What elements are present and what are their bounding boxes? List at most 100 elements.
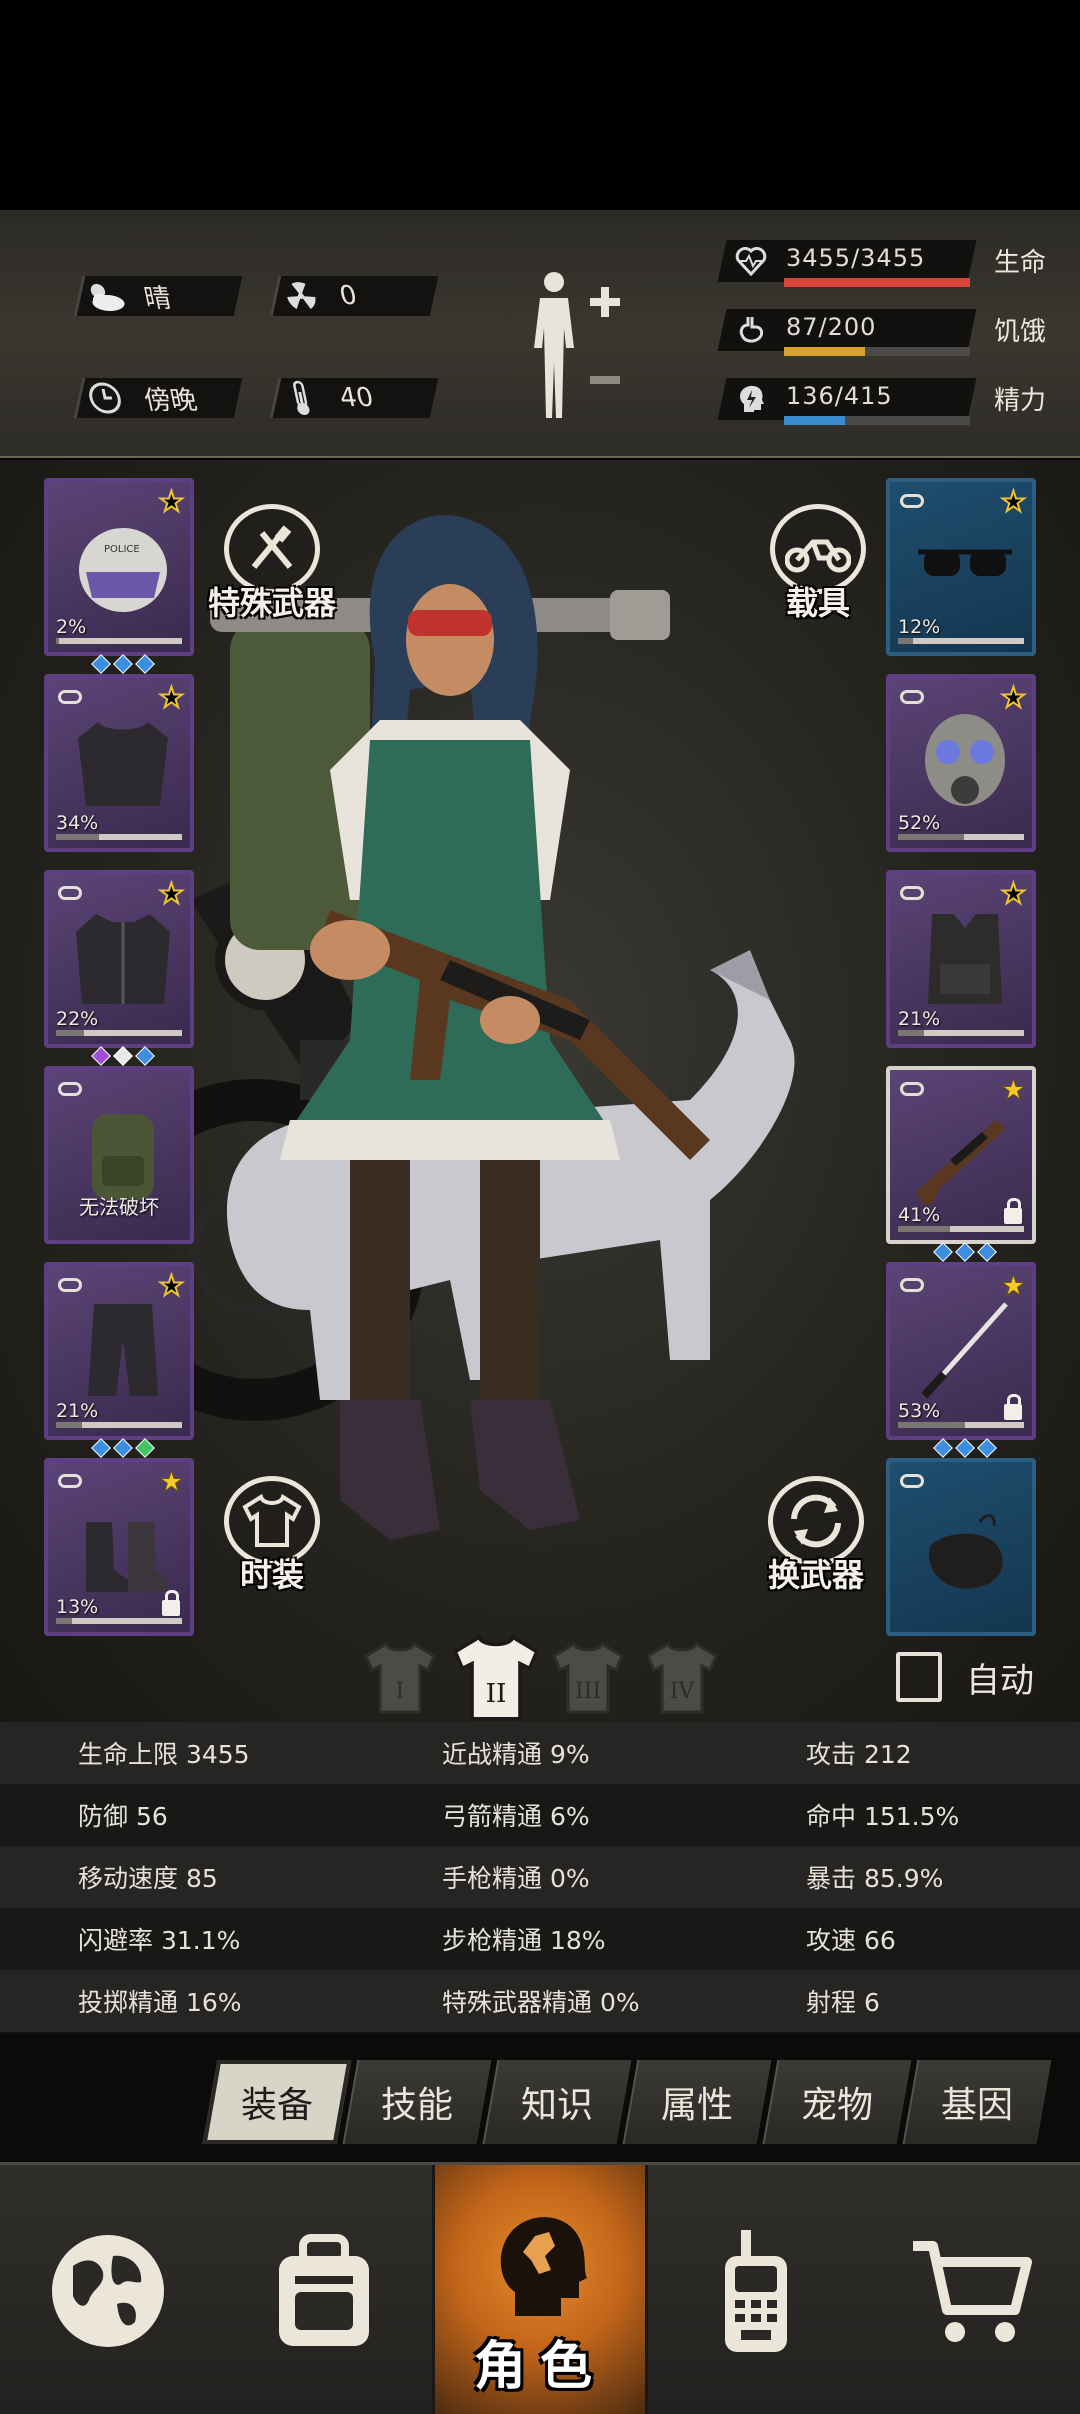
durability-bar-fill (56, 1030, 84, 1036)
equip-slot-boots[interactable]: ★ 13% (44, 1458, 194, 1636)
stats-row: 闪避率 31.1% 步枪精通 18% 攻速 66 (0, 1908, 1080, 1970)
equip-slot-vest[interactable]: ★ 21% (886, 870, 1036, 1048)
nav-shop[interactable] (864, 2165, 1080, 2414)
star-icon: ★ (158, 1465, 184, 1498)
gem-icon (91, 1438, 111, 1458)
auto-label: 自动 (966, 1660, 1034, 1701)
star-icon: ★ (1000, 681, 1027, 714)
star-icon: ★ (158, 877, 185, 910)
durability-bar (56, 638, 182, 644)
equip-slot-shirt[interactable]: ★ 34% (44, 674, 194, 852)
link-icon (900, 494, 924, 508)
rifle-icon (916, 1120, 1006, 1204)
equip-slot-jacket[interactable]: ★ 22% (44, 870, 194, 1066)
nav-world-map[interactable] (0, 2165, 216, 2414)
status-bar-area (0, 0, 1080, 210)
link-icon (900, 1082, 924, 1096)
stat-cell: 特殊武器精通 0% (442, 1988, 640, 2017)
gem-icon (955, 1438, 975, 1458)
outfit-slot-1[interactable]: I (360, 1638, 440, 1718)
equip-slot-sack[interactable] (886, 1458, 1036, 1636)
fashion-button[interactable]: 时装 (212, 1476, 332, 1596)
tab-1[interactable]: 技能 (350, 2060, 484, 2144)
auto-toggle[interactable]: 自动 (896, 1652, 1034, 1702)
equip-slot-katana[interactable]: ★ 53% (886, 1262, 1036, 1458)
durability-bar-fill (56, 1422, 83, 1428)
swap-arrows-icon (791, 1494, 841, 1548)
stat-cell: 闪避率 31.1% (78, 1926, 241, 1955)
tshirt-icon: III (552, 1641, 624, 1714)
stomach-icon (739, 317, 764, 343)
stat-cell: 近战精通 9% (442, 1740, 590, 1769)
star-icon: ★ (158, 1269, 185, 1302)
tab-5[interactable]: 基因 (910, 2060, 1044, 2144)
equip-slot-pants[interactable]: ★ 21% (44, 1262, 194, 1458)
stats-row: 防御 56 弓箭精通 6% 命中 151.5% (0, 1784, 1080, 1846)
nav-character[interactable]: 角色 (432, 2165, 648, 2414)
durability-percent: 22% (56, 1008, 99, 1030)
equip-slot-rifle[interactable]: ★ 41% (886, 1066, 1036, 1262)
tab-0[interactable]: 装备 (210, 2060, 344, 2144)
star-icon: ★ (1000, 1269, 1026, 1302)
health-label: 生命 (994, 248, 1047, 278)
motorcycle-icon (785, 539, 851, 573)
auto-checkbox[interactable] (896, 1652, 942, 1702)
backpack-icon (279, 2234, 369, 2346)
durability-bar (56, 1618, 182, 1624)
shopping-cart-icon (913, 2241, 1032, 2342)
time-value: 傍晚 (141, 385, 200, 416)
nav-radio[interactable] (648, 2165, 864, 2414)
durability-bar-fill (898, 638, 914, 644)
equip-slot-helmet[interactable]: POLICE ★ 2% (44, 478, 194, 674)
outfit-slot-3[interactable]: III (548, 1638, 628, 1718)
equip-slot-backpack[interactable]: 无法破坏 (44, 1066, 194, 1244)
equip-slot-gas-mask[interactable]: ★ 52% (886, 674, 1036, 852)
outfit-numeral: IV (670, 1679, 696, 1704)
equip-slot-glasses[interactable]: ★ 12% (886, 478, 1036, 656)
star-icon: ★ (158, 485, 185, 518)
outfit-slot-4[interactable]: IV (642, 1638, 722, 1718)
star-icon: ★ (1000, 877, 1027, 910)
vest-icon (928, 914, 1002, 1004)
status-header: 晴 0 傍晚 40 3455/3455 生命 87/200 饥饿 136/415… (0, 210, 1080, 458)
gem-icon (91, 1046, 111, 1066)
switch-weapon-button[interactable]: 换武器 (756, 1476, 876, 1596)
stat-cell: 投掷精通 16% (78, 1988, 242, 2017)
stat-cell: 暴击 85.9% (806, 1864, 944, 1893)
special-weapon-button[interactable]: 特殊武器 (208, 504, 336, 624)
thermometer-icon (276, 378, 327, 418)
vehicle-button[interactable]: 载具 (758, 504, 878, 624)
outfit-slot-2[interactable]: II (448, 1630, 540, 1721)
gem-icon (113, 654, 133, 674)
star-icon: ★ (1000, 485, 1027, 518)
stat-cell: 手枪精通 0% (442, 1864, 590, 1893)
lock-icon (162, 1590, 180, 1616)
cloud-sun-icon (80, 276, 131, 316)
energy-bar-fill (784, 416, 845, 425)
radiation-icon (276, 276, 327, 316)
tshirt-icon: II (452, 1634, 540, 1721)
nav-inventory[interactable] (216, 2165, 432, 2414)
stats-row: 投掷精通 16% 特殊武器精通 0% 射程 6 (0, 1970, 1080, 2032)
link-icon (900, 690, 924, 704)
gem-icon (113, 1438, 133, 1458)
body-status-icon[interactable] (520, 268, 630, 428)
durability-bar-fill (898, 1030, 925, 1036)
nav-character-label: 角色 (473, 2337, 606, 2397)
durability-bar-fill (898, 1226, 950, 1232)
durability-percent: 53% (898, 1400, 941, 1422)
indestructible-label: 无法破坏 (79, 1195, 159, 1219)
gas-mask-icon (925, 714, 1005, 806)
tab-3[interactable]: 属性 (630, 2060, 764, 2144)
tab-2[interactable]: 知识 (490, 2060, 624, 2144)
stats-table: 生命上限 3455 近战精通 9% 攻击 212 防御 56 弓箭精通 6% 命中 151… (0, 1722, 1080, 2034)
tab-4[interactable]: 宠物 (770, 2060, 904, 2144)
link-icon (900, 1278, 924, 1292)
stat-cell: 步枪精通 18% (442, 1926, 606, 1955)
durability-bar-fill (898, 1422, 965, 1428)
tshirt-icon: IV (646, 1641, 718, 1714)
katana-icon (921, 1302, 1008, 1399)
character-head-icon (500, 2217, 587, 2316)
character-illustration (150, 515, 795, 1540)
stat-cell: 移动速度 85 (78, 1864, 218, 1893)
